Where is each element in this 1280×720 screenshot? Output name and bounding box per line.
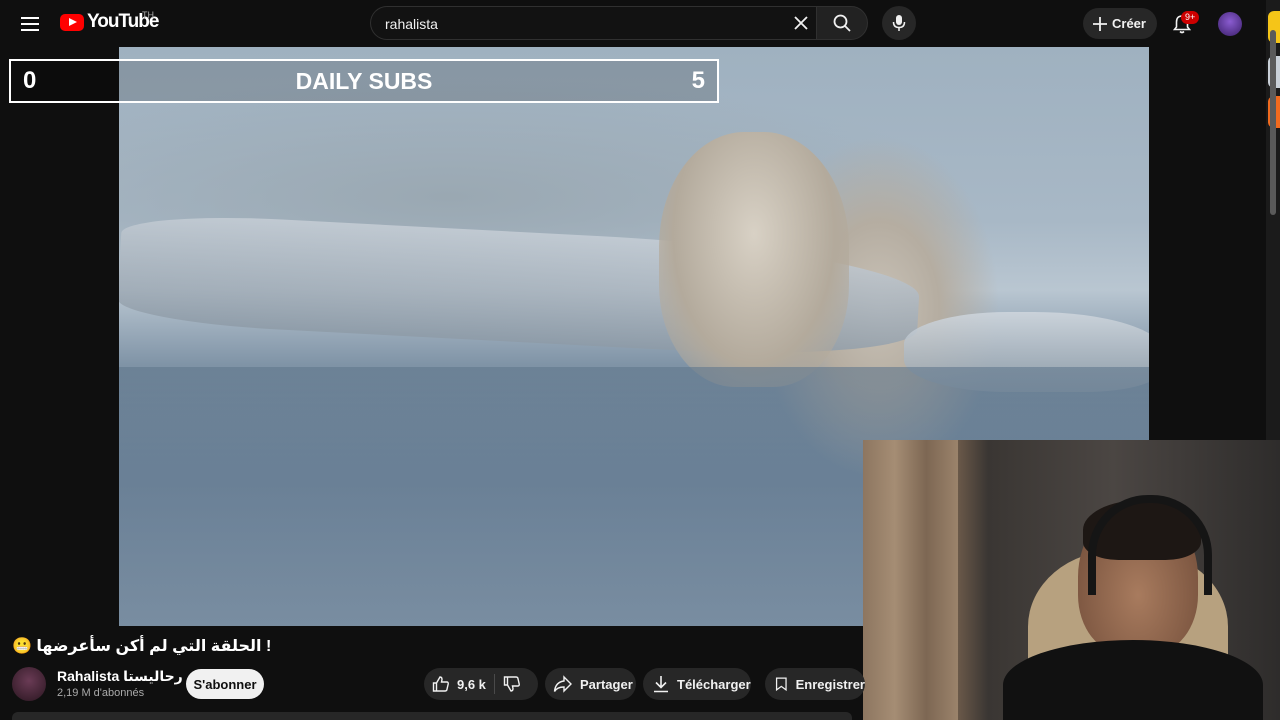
share-icon [553, 675, 572, 693]
subscriber-count: 2,19 M d'abonnés [57, 687, 145, 699]
thumbs-up-icon [432, 676, 449, 692]
like-button[interactable]: 9,6 k [424, 668, 494, 700]
youtube-play-icon [60, 13, 84, 31]
download-label: Télécharger [677, 676, 751, 692]
top-bar: YouTube TH Créer 9+ [0, 0, 1280, 47]
webcam-overlay [863, 440, 1280, 720]
thumbs-down-icon [503, 676, 520, 692]
close-icon [794, 16, 808, 30]
search-input[interactable] [383, 7, 787, 41]
create-label: Créer [1112, 16, 1146, 31]
daily-subs-title: DAILY SUBS [295, 68, 433, 94]
download-button[interactable]: Télécharger [643, 668, 751, 700]
create-button[interactable]: Créer [1083, 8, 1157, 39]
account-avatar[interactable] [1218, 12, 1242, 36]
curtain-shape [863, 440, 958, 720]
save-button[interactable]: Enregistrer [765, 668, 865, 700]
channel-name-row[interactable]: Rahalista رحاليستا [57, 668, 201, 685]
share-button[interactable]: Partager [545, 668, 636, 700]
share-label: Partager [580, 676, 633, 692]
monkey-shape [659, 132, 849, 387]
like-count: 9,6 k [457, 676, 486, 692]
search-icon [833, 14, 851, 32]
shirt-shape [1003, 640, 1263, 720]
search-box[interactable] [370, 6, 816, 41]
search-button[interactable] [816, 6, 868, 40]
scrollbar-thumb[interactable] [1270, 30, 1276, 215]
channel-name[interactable]: Rahalista رحاليستا [57, 668, 183, 684]
notification-badge: 9+ [1181, 11, 1200, 24]
headset-shape [1088, 495, 1212, 595]
menu-button[interactable] [14, 8, 46, 40]
country-code: TH [142, 10, 154, 20]
microphone-icon [892, 15, 906, 31]
description-box-edge [12, 712, 852, 720]
subscribe-button[interactable]: S'abonner [186, 669, 264, 699]
channel-avatar[interactable] [12, 667, 46, 701]
dislike-button[interactable] [495, 668, 521, 700]
like-dislike-group: 9,6 k [424, 668, 538, 700]
bookmark-icon [775, 677, 787, 692]
download-icon [654, 676, 668, 693]
video-title: 😬 الحلقة التي لم أكن سأعرضها ! [12, 638, 272, 655]
voice-search-button[interactable] [882, 6, 916, 40]
daily-subs-overlay: 0 DAILY SUBS 5 [9, 59, 719, 103]
plus-icon [1093, 16, 1107, 31]
clear-search-button[interactable] [790, 12, 812, 34]
hamburger-icon [21, 17, 39, 31]
save-label: Enregistrer [795, 676, 865, 692]
daily-subs-count: 5 [691, 67, 705, 94]
youtube-logo[interactable]: YouTube TH [60, 10, 159, 33]
